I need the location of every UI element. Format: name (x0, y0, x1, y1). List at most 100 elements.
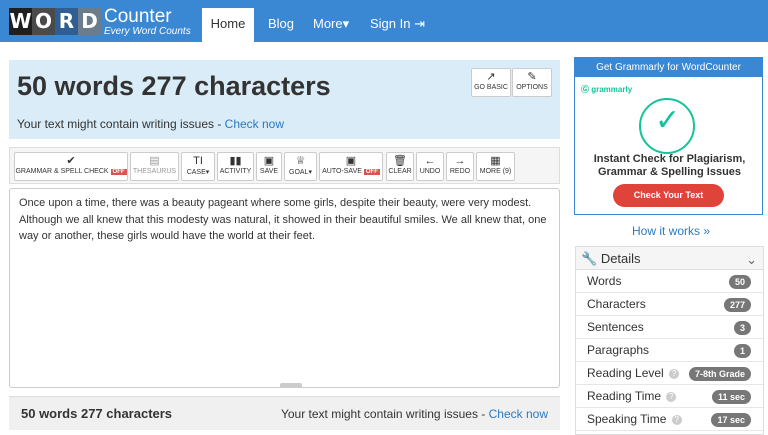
redo-button[interactable]: → REDO (446, 152, 474, 181)
detail-label: Paragraphs (587, 343, 650, 357)
grammarly-logo: Ⓖ grammarly (581, 84, 632, 95)
autosave-label: AUTO-SAVE (322, 168, 362, 175)
logo-letter: R (55, 8, 78, 35)
go-basic-button[interactable]: ↗ GO BASIC (471, 68, 511, 97)
detail-value-badge: 277 (723, 298, 751, 312)
detail-label: Speaking Time (587, 412, 667, 426)
text-editor[interactable]: Once upon a time, there was a beauty pag… (9, 188, 560, 388)
activity-label: ACTIVITY (219, 168, 252, 175)
footer-counts: 50 words 277 characters (21, 406, 173, 421)
nav-blog[interactable]: Blog (268, 0, 294, 42)
count-footer-bar: 50 words 277 characters Your text might … (9, 396, 560, 430)
detail-row-words: Words 50 (576, 270, 763, 293)
grammarly-g-icon: Ⓖ (581, 85, 589, 94)
wrench-icon: ✎ (527, 71, 537, 83)
redo-label: REDO (449, 168, 471, 175)
detail-label: Words (587, 274, 622, 288)
save-icon: ▣ (345, 155, 357, 167)
logo-tagline: Every Word Counts (104, 26, 191, 37)
goal-button[interactable]: ♕ GOAL▾ (284, 152, 317, 181)
detail-row-reading-level: Reading Level ? 7-8th Grade (576, 362, 763, 385)
thesaurus-button[interactable]: ▤ THESAURUS (130, 152, 179, 181)
grammar-off-badge: OFF (110, 169, 127, 175)
arrow-left-icon: ← (424, 155, 436, 167)
bar-chart-icon: ▮▮ (229, 155, 242, 167)
activity-button[interactable]: ▮▮ ACTIVITY (217, 152, 254, 181)
nav-more-label: More (313, 16, 343, 31)
arrow-right-icon: → (454, 155, 466, 167)
help-icon[interactable]: ? (671, 415, 682, 425)
details-header[interactable]: 🔧 Details ⌄ (576, 247, 763, 270)
detail-row-characters: Characters 277 (576, 293, 763, 316)
more-button[interactable]: ▦ MORE (9) (476, 152, 515, 181)
detail-value-badge: 50 (728, 275, 751, 289)
book-icon: ▤ (149, 155, 160, 167)
clear-button[interactable]: 🗑 CLEAR (386, 152, 414, 181)
nav-more[interactable]: More▾ (313, 0, 349, 42)
check-now-link[interactable]: Check now (225, 117, 284, 131)
top-navbar: W O R D Counter Every Word Counts Home B… (0, 0, 768, 42)
options-button[interactable]: ✎ OPTIONS (512, 68, 552, 97)
nav-signin-label: Sign In (370, 16, 411, 31)
how-it-works-link[interactable]: How it works » (632, 224, 710, 238)
chevron-down-icon[interactable]: ⌄ (746, 248, 757, 271)
grammar-label: GRAMMAR & SPELL CHECK (15, 168, 109, 175)
footer-check-now-link[interactable]: Check now (489, 407, 548, 421)
detail-label: Reading Time (587, 389, 662, 403)
ad-line-1: Instant Check for Plagiarism, (593, 153, 746, 165)
detail-row-reading-time: Reading Time ? 11 sec (576, 385, 763, 408)
text-height-icon: TI (193, 155, 203, 167)
footer-issues-notice: Your text might contain writing issues -… (281, 407, 548, 421)
check-your-text-button[interactable]: Check Your Text (613, 184, 724, 207)
details-title: Details (600, 251, 641, 266)
autosave-button[interactable]: ▣ AUTO-SAVE OFF (319, 152, 383, 181)
logo-main: Counter (104, 6, 172, 27)
goal-label: GOAL (289, 169, 309, 176)
resize-handle[interactable] (280, 383, 302, 388)
options-label: OPTIONS (516, 84, 548, 91)
undo-label: UNDO (419, 168, 441, 175)
detail-row-paragraphs: Paragraphs 1 (576, 339, 763, 362)
logo-letter: O (32, 8, 55, 35)
detail-value-badge: 17 sec (711, 413, 751, 427)
help-icon[interactable]: ? (669, 369, 680, 379)
undo-button[interactable]: ← UNDO (416, 152, 444, 181)
nav-signin[interactable]: Sign In ⇥ (370, 0, 425, 42)
help-icon[interactable]: ? (666, 392, 677, 402)
grammar-check-button[interactable]: ✔ GRAMMAR & SPELL CHECK OFF (14, 152, 128, 181)
site-logo[interactable]: W O R D Counter Every Word Counts (9, 6, 191, 37)
checkmark-icon: ✓ (655, 104, 681, 137)
more-label: MORE (9) (479, 168, 512, 175)
ad-text: Instant Check for Plagiarism, Grammar & … (575, 153, 764, 179)
sign-in-icon: ⇥ (414, 16, 426, 31)
thesaurus-label: THESAURUS (132, 168, 177, 175)
page-title-counts: 50 words 277 characters (17, 71, 331, 101)
autosave-off-badge: OFF (363, 169, 380, 175)
detail-label: Sentences (587, 320, 644, 334)
issues-text: Your text might contain writing issues - (17, 117, 225, 131)
grammarly-brand: grammarly (591, 85, 633, 94)
detail-value-badge: 7-8th Grade (688, 367, 751, 381)
nav-home[interactable]: Home (202, 8, 254, 42)
trash-icon: 🗑 (393, 155, 407, 167)
detail-value-badge: 3 (733, 321, 751, 335)
detail-value-badge: 1 (733, 344, 751, 358)
grammarly-ad[interactable]: Get Grammarly for WordCounter Ⓖ grammarl… (574, 57, 763, 215)
caret-down-icon: ▾ (205, 169, 210, 176)
detail-row-sentences: Sentences 3 (576, 316, 763, 339)
issues-notice: Your text might contain writing issues -… (17, 117, 284, 131)
logo-letter: D (78, 8, 101, 35)
case-button[interactable]: TI CASE▾ (181, 152, 215, 181)
count-header-panel: 50 words 277 characters Your text might … (9, 60, 560, 139)
detail-label: Characters (587, 297, 646, 311)
editor-toolbar: ✔ GRAMMAR & SPELL CHECK OFF ▤ THESAURUS … (9, 147, 560, 184)
check-icon: ✔ (66, 155, 76, 167)
detail-label: Reading Level (587, 366, 664, 380)
save-button[interactable]: ▣ SAVE (256, 152, 282, 181)
go-basic-label: GO BASIC (474, 84, 508, 91)
logo-text: Counter Every Word Counts (104, 6, 191, 37)
clear-label: CLEAR (388, 168, 412, 175)
save-icon: ▣ (263, 155, 275, 167)
case-label: CASE (186, 169, 206, 176)
save-label: SAVE (259, 168, 279, 175)
